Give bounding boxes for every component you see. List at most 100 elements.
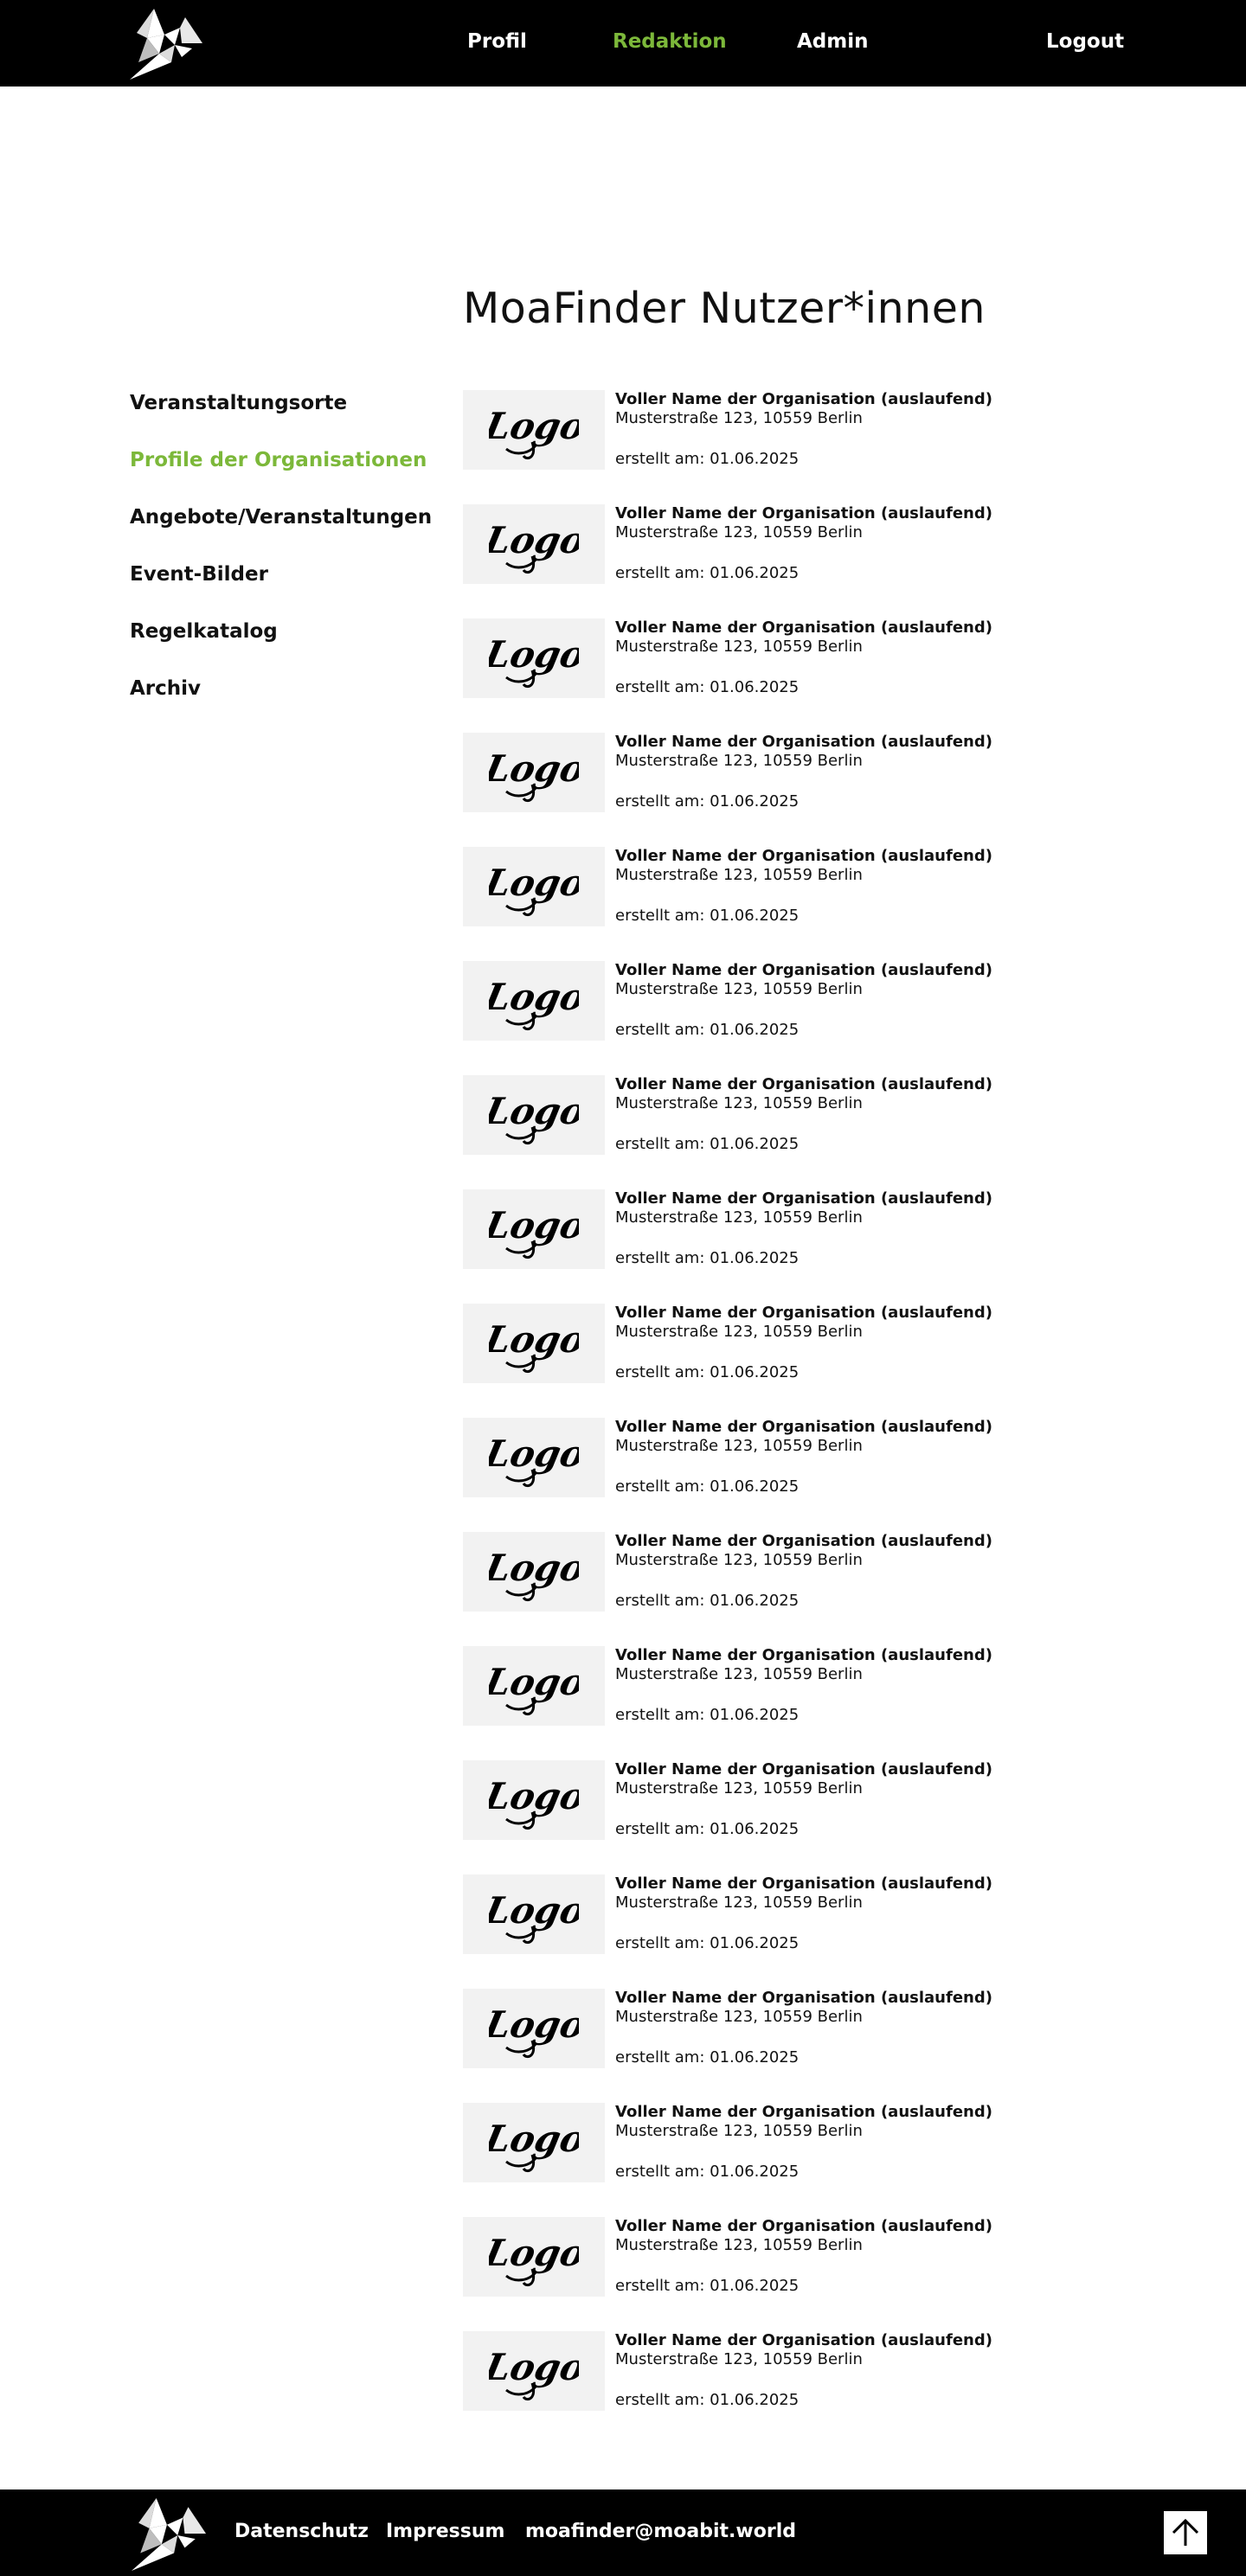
organization-name: Voller Name der Organisation (auslaufend… — [615, 504, 992, 522]
organization-name: Voller Name der Organisation (auslaufend… — [615, 1075, 992, 1093]
origami-bird-logo-icon — [131, 2498, 207, 2571]
logo-placeholder-text: Logo — [489, 1090, 579, 1132]
organization-address: Musterstraße 123, 10559 Berlin — [615, 2122, 863, 2140]
organization-name: Voller Name der Organisation (auslaufend… — [615, 618, 992, 637]
logo-placeholder-text: Logo — [489, 1661, 579, 1703]
organization-address: Musterstraße 123, 10559 Berlin — [615, 1894, 863, 1912]
logo-placeholder-text: Logo — [489, 747, 579, 790]
organization-list-item[interactable]: Logo Voller Name der Organisation (ausla… — [463, 504, 1086, 618]
footer-link-impressum[interactable]: Impressum — [386, 2520, 504, 2544]
logo-placeholder-text: Logo — [489, 1547, 579, 1589]
logo-placeholder-text: Logo — [489, 1432, 579, 1475]
organization-name: Voller Name der Organisation (auslaufend… — [615, 733, 992, 751]
organization-list-item[interactable]: Logo Voller Name der Organisation (ausla… — [463, 1418, 1086, 1532]
logo-placeholder-text: Logo — [489, 633, 579, 676]
organization-address: Musterstraße 123, 10559 Berlin — [615, 1323, 863, 1341]
organization-name: Voller Name der Organisation (auslaufend… — [615, 1874, 992, 1893]
organization-list-item[interactable]: Logo Voller Name der Organisation (ausla… — [463, 1304, 1086, 1418]
organization-list-item[interactable]: Logo Voller Name der Organisation (ausla… — [463, 733, 1086, 847]
organization-list-item[interactable]: Logo Voller Name der Organisation (ausla… — [463, 1075, 1086, 1189]
organization-name: Voller Name der Organisation (auslaufend… — [615, 390, 992, 408]
organization-logo-placeholder: Logo — [463, 1646, 605, 1726]
brand-logo-link[interactable] — [130, 9, 202, 80]
organization-list-item[interactable]: Logo Voller Name der Organisation (ausla… — [463, 1646, 1086, 1760]
footer-brand-logo-link[interactable] — [130, 2498, 208, 2571]
organization-list-item[interactable]: Logo Voller Name der Organisation (ausla… — [463, 390, 1086, 504]
nav-admin[interactable]: Admin — [797, 29, 869, 54]
organization-created-date: erstellt am: 01.06.2025 — [615, 1934, 800, 1952]
logo-placeholder-text: Logo — [489, 862, 579, 904]
organization-logo-placeholder: Logo — [463, 1989, 605, 2068]
organization-address: Musterstraße 123, 10559 Berlin — [615, 638, 863, 656]
organization-created-date: erstellt am: 01.06.2025 — [615, 1021, 800, 1039]
nav-profil[interactable]: Profil — [467, 29, 527, 54]
organization-address: Musterstraße 123, 10559 Berlin — [615, 752, 863, 770]
organization-logo-placeholder: Logo — [463, 847, 605, 926]
footer-link-datenschutz[interactable]: Datenschutz — [234, 2520, 369, 2544]
organization-list-item[interactable]: Logo Voller Name der Organisation (ausla… — [463, 1189, 1086, 1304]
organization-name: Voller Name der Organisation (auslaufend… — [615, 961, 992, 979]
organization-list-item[interactable]: Logo Voller Name der Organisation (ausla… — [463, 1532, 1086, 1646]
logo-placeholder-text: Logo — [489, 2118, 579, 2160]
organization-logo-placeholder: Logo — [463, 1304, 605, 1383]
organization-address: Musterstraße 123, 10559 Berlin — [615, 1779, 863, 1797]
sidebar-item-archiv[interactable]: Archiv — [130, 675, 433, 732]
organization-logo-placeholder: Logo — [463, 504, 605, 584]
organization-logo-placeholder: Logo — [463, 2217, 605, 2297]
organization-logo-placeholder: Logo — [463, 390, 605, 470]
organization-address: Musterstraße 123, 10559 Berlin — [615, 1551, 863, 1569]
sidebar-item-event-bilder[interactable]: Event-Bilder — [130, 561, 433, 618]
footer-bar: Datenschutz Impressum moafinder@moabit.w… — [0, 2489, 1246, 2576]
organization-address: Musterstraße 123, 10559 Berlin — [615, 1208, 863, 1227]
organization-logo-placeholder: Logo — [463, 1189, 605, 1269]
organization-created-date: erstellt am: 01.06.2025 — [615, 564, 800, 582]
sidebar-item-profile-der-organisationen[interactable]: Profile der Organisationen — [130, 446, 433, 503]
organization-created-date: erstellt am: 01.06.2025 — [615, 1592, 800, 1610]
sidebar: Veranstaltungsorte Profile der Organisat… — [130, 389, 433, 732]
organization-created-date: erstellt am: 01.06.2025 — [615, 1135, 800, 1153]
organization-list-item[interactable]: Logo Voller Name der Organisation (ausla… — [463, 2217, 1086, 2331]
logo-placeholder-text: Logo — [489, 2346, 579, 2388]
logo-placeholder-image: Logo — [489, 519, 579, 574]
organization-name: Voller Name der Organisation (auslaufend… — [615, 1304, 992, 1322]
organization-created-date: erstellt am: 01.06.2025 — [615, 792, 800, 811]
organization-created-date: erstellt am: 01.06.2025 — [615, 1820, 800, 1838]
sidebar-item-veranstaltungsorte[interactable]: Veranstaltungsorte — [130, 389, 433, 446]
logo-placeholder-image: Logo — [489, 2232, 579, 2287]
scroll-to-top-button[interactable] — [1164, 2511, 1207, 2554]
logo-placeholder-text: Logo — [489, 1318, 579, 1361]
logo-placeholder-text: Logo — [489, 519, 579, 561]
organization-list-item[interactable]: Logo Voller Name der Organisation (ausla… — [463, 1760, 1086, 1874]
logo-placeholder-image: Logo — [489, 1204, 579, 1259]
organization-list-item[interactable]: Logo Voller Name der Organisation (ausla… — [463, 618, 1086, 733]
organization-created-date: erstellt am: 01.06.2025 — [615, 2391, 800, 2409]
organization-list-item[interactable]: Logo Voller Name der Organisation (ausla… — [463, 847, 1086, 961]
logo-placeholder-image: Logo — [489, 1318, 579, 1374]
organization-list-item[interactable]: Logo Voller Name der Organisation (ausla… — [463, 1989, 1086, 2103]
nav-redaktion[interactable]: Redaktion — [613, 29, 727, 54]
logo-placeholder-text: Logo — [489, 1204, 579, 1246]
nav-logout[interactable]: Logout — [1046, 29, 1124, 54]
logo-placeholder-text: Logo — [489, 2003, 579, 2046]
organization-list: Logo Voller Name der Organisation (ausla… — [463, 390, 1086, 2445]
logo-placeholder-text: Logo — [489, 405, 579, 447]
organization-address: Musterstraße 123, 10559 Berlin — [615, 980, 863, 998]
organization-list-item[interactable]: Logo Voller Name der Organisation (ausla… — [463, 2103, 1086, 2217]
organization-address: Musterstraße 123, 10559 Berlin — [615, 2008, 863, 2026]
organization-name: Voller Name der Organisation (auslaufend… — [615, 847, 992, 865]
organization-name: Voller Name der Organisation (auslaufend… — [615, 1989, 992, 2007]
sidebar-item-angebote-veranstaltungen[interactable]: Angebote/Veranstaltungen — [130, 503, 433, 561]
organization-name: Voller Name der Organisation (auslaufend… — [615, 1189, 992, 1208]
organization-list-item[interactable]: Logo Voller Name der Organisation (ausla… — [463, 1874, 1086, 1989]
organization-logo-placeholder: Logo — [463, 2103, 605, 2182]
logo-placeholder-image: Logo — [489, 633, 579, 689]
organization-created-date: erstellt am: 01.06.2025 — [615, 907, 800, 925]
sidebar-item-regelkatalog[interactable]: Regelkatalog — [130, 618, 433, 675]
footer-link-email[interactable]: moafinder@moabit.world — [525, 2520, 796, 2544]
organization-address: Musterstraße 123, 10559 Berlin — [615, 2236, 863, 2254]
logo-placeholder-image: Logo — [489, 1432, 579, 1488]
organization-name: Voller Name der Organisation (auslaufend… — [615, 1646, 992, 1664]
organization-list-item[interactable]: Logo Voller Name der Organisation (ausla… — [463, 961, 1086, 1075]
organization-list-item[interactable]: Logo Voller Name der Organisation (ausla… — [463, 2331, 1086, 2445]
organization-name: Voller Name der Organisation (auslaufend… — [615, 1418, 992, 1436]
